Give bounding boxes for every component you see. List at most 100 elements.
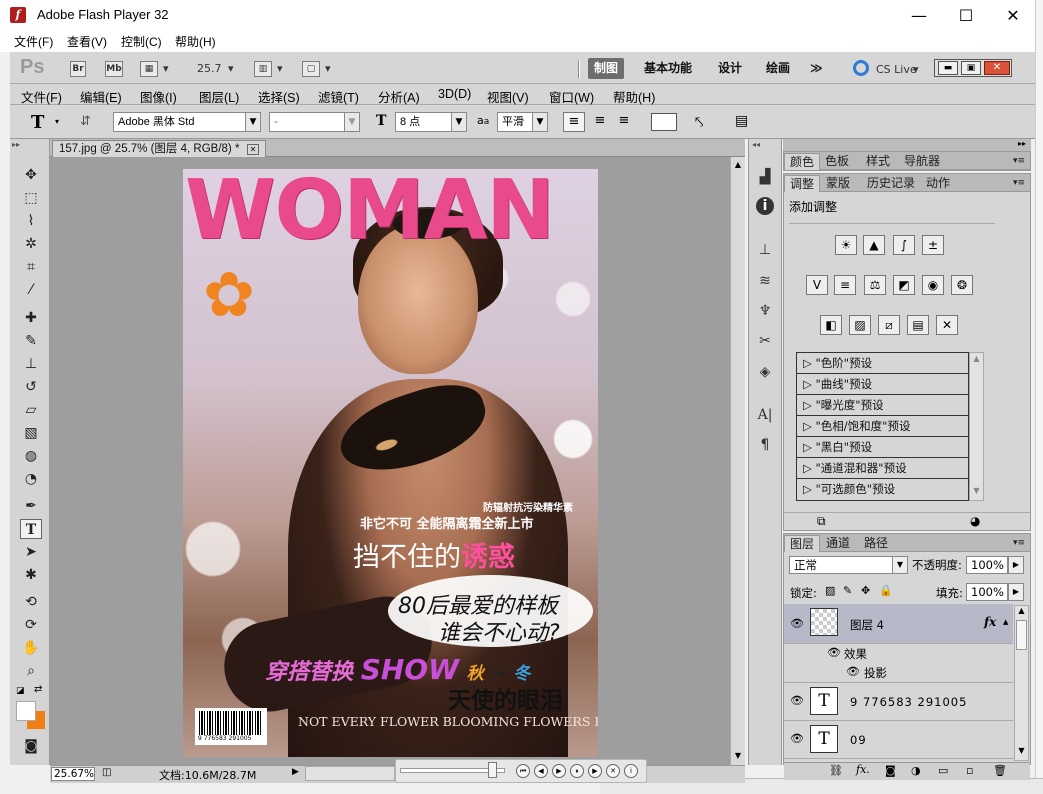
new-group-icon[interactable]: ▭ <box>938 764 948 777</box>
histogram-icon[interactable]: ▟ <box>754 167 776 187</box>
layers-scrollbar[interactable]: ▲ ▼ <box>1014 605 1029 761</box>
anti-alias-select[interactable]: 平滑 <box>497 112 533 132</box>
quick-mask-icon[interactable]: ◙ <box>20 736 42 756</box>
lock-position-icon[interactable]: ✥ <box>861 584 870 597</box>
expand-panels-icon[interactable]: ◂◂ <box>752 140 760 149</box>
align-right-icon[interactable]: ≡ <box>614 112 634 132</box>
fill-input[interactable]: 100% <box>966 583 1008 601</box>
layers-scroll-thumb[interactable] <box>1016 620 1027 650</box>
ps-menu-3d[interactable]: 3D(D) <box>438 87 471 101</box>
arrange-documents-icon[interactable]: ▥ <box>254 61 272 77</box>
font-style-select[interactable]: - <box>269 112 345 132</box>
step-back-icon[interactable]: ◀ <box>534 764 548 778</box>
preset-hue-saturation[interactable]: ▷ "色相/饱和度"预设 <box>797 416 968 437</box>
layers-scroll-up-icon[interactable]: ▲ <box>1015 606 1028 615</box>
tab-styles[interactable]: 样式 <box>861 153 895 170</box>
zoom-dropdown-icon[interactable]: ▾ <box>228 62 234 75</box>
flash-menu-view[interactable]: 查看(V) <box>67 33 107 50</box>
maximize-button[interactable]: ☐ <box>943 0 989 30</box>
tab-adjustments[interactable]: 调整 <box>784 175 821 192</box>
lock-image-icon[interactable]: ✎ <box>843 584 852 597</box>
quick-select-tool-icon[interactable]: ✲ <box>20 234 42 254</box>
3d-panel-icon[interactable]: ◈ <box>754 362 776 382</box>
layer09-eye-icon[interactable]: 👁 <box>790 732 804 745</box>
cs-live-dropdown-icon[interactable]: ▾ <box>913 63 919 76</box>
zoom-percent-field[interactable]: 25.67% <box>51 767 95 781</box>
cs-live-button[interactable]: CS Live <box>876 63 917 76</box>
visibility-eye-icon[interactable]: 👁 <box>790 617 804 630</box>
ps-close-icon[interactable]: ✕ <box>984 61 1010 75</box>
hue-saturation-icon[interactable]: ≡ <box>834 275 856 295</box>
collapse-dock-icon[interactable]: ▸▸ <box>1018 139 1026 148</box>
tab-paths[interactable]: 路径 <box>859 535 893 552</box>
dropshadow-eye-icon[interactable]: 👁 <box>846 665 860 678</box>
3d-rotate-icon[interactable]: ⟲ <box>20 592 42 612</box>
effects-eye-icon[interactable]: 👁 <box>827 646 841 659</box>
foreground-color-swatch[interactable] <box>16 701 36 721</box>
3d-orbit-icon[interactable]: ⟳ <box>20 615 42 635</box>
warp-text-icon[interactable]: ⤣ <box>695 113 703 131</box>
zoom-tool-icon[interactable]: ⌕ <box>20 661 42 681</box>
vibrance-icon[interactable]: V <box>806 275 828 295</box>
curves-icon[interactable]: ∫ <box>893 235 915 255</box>
blend-mode-dropdown-icon[interactable]: ▼ <box>892 556 908 574</box>
presets-scroll-up-icon[interactable]: ▲ <box>970 354 983 363</box>
tool-presets-icon[interactable]: ✂ <box>754 331 776 351</box>
font-family-dropdown-icon[interactable]: ▼ <box>245 112 261 132</box>
workspace-drawing[interactable]: 制图 <box>588 58 625 79</box>
ps-menu-edit[interactable]: 编辑(E) <box>80 87 122 106</box>
collapse-tools-icon[interactable]: ▸▸ <box>12 140 20 149</box>
layer-effects-row[interactable]: 👁 效果 <box>784 644 1013 662</box>
pen-tool-icon[interactable]: ✒ <box>20 496 42 516</box>
tab-masks[interactable]: 蒙版 <box>821 175 855 192</box>
blend-mode-select[interactable]: 正常 <box>789 556 893 574</box>
layer-dropshadow-row[interactable]: 👁 投影 <box>784 662 1013 683</box>
tab-navigator[interactable]: 导航器 <box>899 153 945 170</box>
opacity-slider-icon[interactable]: ▶ <box>1008 556 1024 574</box>
tool-preset-dropdown-icon[interactable]: ▾ <box>55 117 59 126</box>
ps-restore-icon[interactable]: ▣ <box>961 61 981 75</box>
pause-icon[interactable]: ⏸ <box>570 764 584 778</box>
layer-row-layer4[interactable]: 👁 图层 4 fx ▲ <box>784 604 1013 644</box>
hand-tool-icon[interactable]: ✋ <box>20 638 42 658</box>
presets-scrollbar[interactable]: ▲ ▼ <box>969 352 984 501</box>
preset-selective-color[interactable]: ▷ "可选颜色"预设 <box>797 479 968 500</box>
photo-filter-icon[interactable]: ◉ <box>922 275 944 295</box>
layers-scroll-down-icon[interactable]: ▼ <box>1015 746 1028 755</box>
preset-curves[interactable]: ▷ "曲线"预设 <box>797 374 968 395</box>
character-icon[interactable]: A| <box>754 405 776 425</box>
path-select-icon[interactable]: ➤ <box>20 542 42 562</box>
document-tab[interactable]: 157.jpg @ 25.7% (图层 4, RGB/8) * ✕ <box>52 140 267 157</box>
tab-history[interactable]: 历史记录 <box>862 175 920 192</box>
workspace-design[interactable]: 设计 <box>712 58 748 79</box>
black-white-icon[interactable]: ◩ <box>893 275 915 295</box>
view-extras-icon[interactable]: ▦ <box>140 61 158 77</box>
step-forward-icon[interactable]: ▶ <box>588 764 602 778</box>
posterize-icon[interactable]: ▨ <box>849 315 871 335</box>
font-family-select[interactable]: Adobe 黑体 Std <box>113 112 246 132</box>
canvas-horizontal-scrollbar[interactable] <box>305 766 395 781</box>
lasso-tool-icon[interactable]: ⌇ <box>20 211 42 231</box>
ps-menu-analysis[interactable]: 分析(A) <box>378 87 420 106</box>
fill-slider-icon[interactable]: ▶ <box>1008 583 1024 601</box>
canvas-vertical-scrollbar[interactable]: ▲ ▼ <box>730 157 745 765</box>
status-menu-arrow-icon[interactable]: ▶ <box>292 767 299 777</box>
selective-color-icon[interactable]: ✕ <box>936 315 958 335</box>
healing-brush-icon[interactable]: ✚ <box>20 308 42 328</box>
levels-icon[interactable]: ▲ <box>863 235 885 255</box>
add-mask-icon[interactable]: ◙ <box>885 764 896 777</box>
anti-alias-dropdown-icon[interactable]: ▼ <box>532 112 548 132</box>
tab-swatches[interactable]: 色板 <box>820 153 854 170</box>
lock-transparent-icon[interactable]: ▨ <box>825 584 835 597</box>
info-panel-icon[interactable]: i <box>756 197 774 215</box>
new-adjustment-layer-icon[interactable]: ◑ <box>911 764 921 777</box>
ps-menu-view[interactable]: 视图(V) <box>487 87 529 106</box>
marquee-tool-icon[interactable]: ⬚ <box>20 188 42 208</box>
dodge-tool-icon[interactable]: ◔ <box>20 469 42 489</box>
clone-source-icon[interactable]: ♆ <box>754 301 776 321</box>
stop-icon[interactable]: ✕ <box>606 764 620 778</box>
character-panel-icon[interactable]: ▤ <box>735 113 748 129</box>
align-center-icon[interactable]: ≡ <box>590 112 610 132</box>
brush-presets-icon[interactable]: ⊥ <box>754 240 776 260</box>
tab-color[interactable]: 颜色 <box>784 153 821 170</box>
